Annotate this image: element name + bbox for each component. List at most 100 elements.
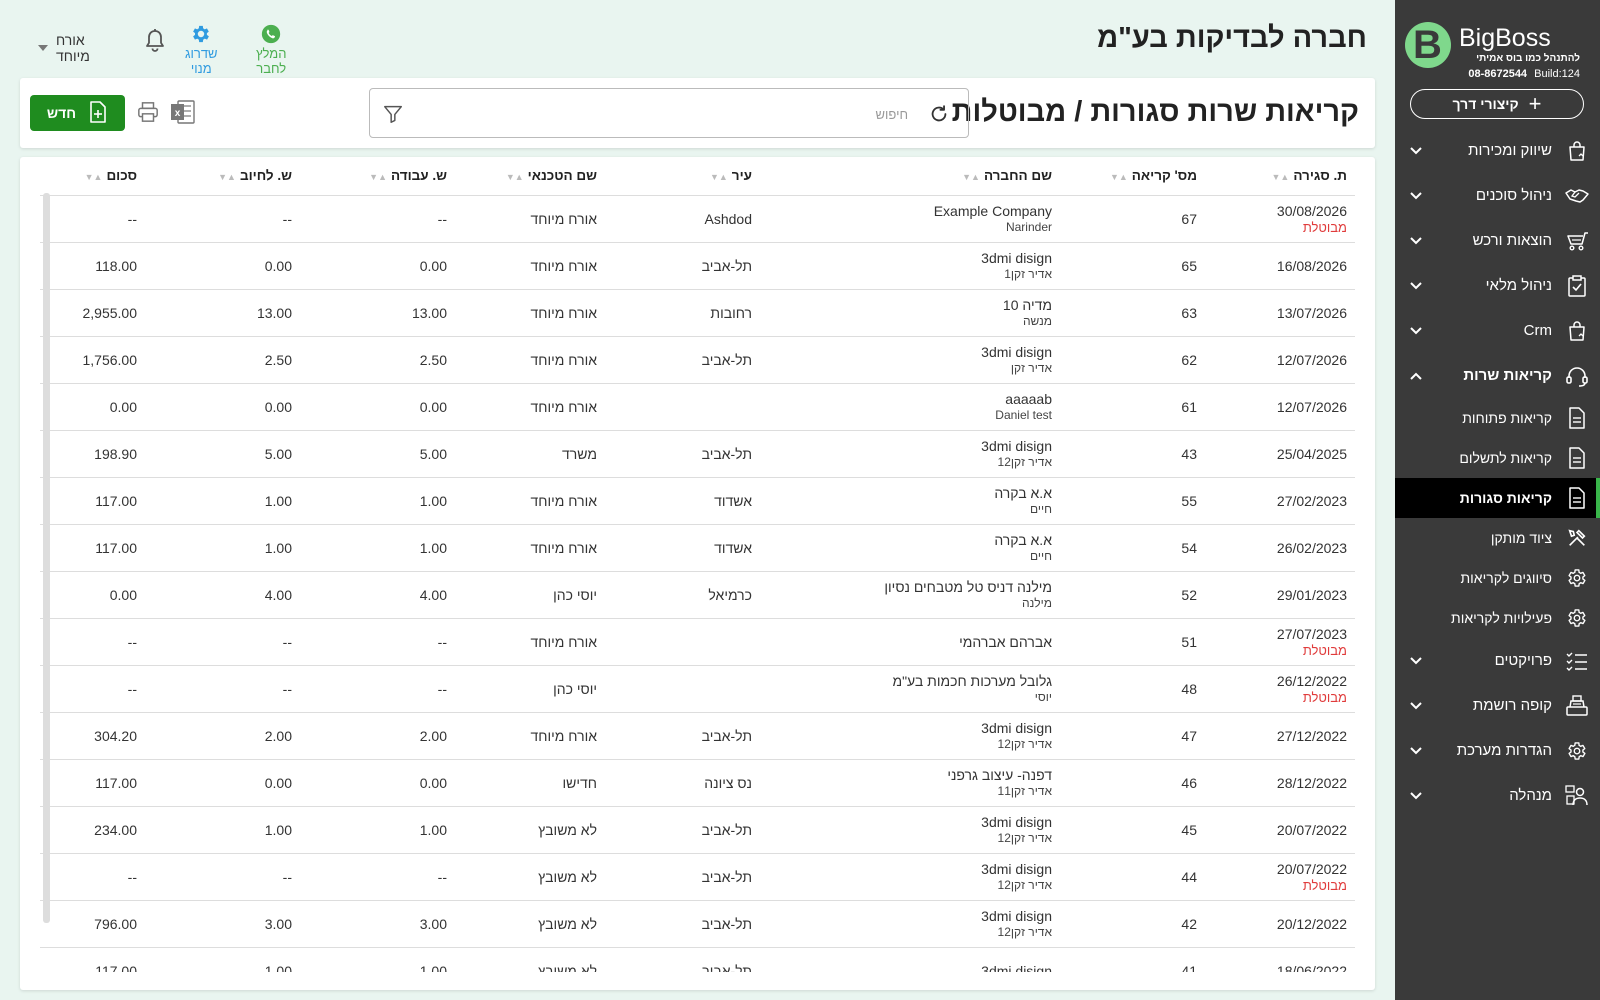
user-menu[interactable]: אורח מיוחד (38, 32, 90, 64)
cell-company[interactable]: מדיה 10 מנשה (760, 289, 1060, 337)
column-header[interactable]: סכום▲▼ (40, 157, 145, 196)
bigboss-logo[interactable]: B BigBoss להתנהל כמו בוס אמיתי 08-867254… (1405, 20, 1580, 82)
cell-company[interactable]: aaaaab Daniel test (760, 383, 1060, 431)
sort-icon: ▲▼ (1109, 171, 1128, 182)
cell-company[interactable]: 3dmi disign אדיר זקן12 (760, 430, 1060, 478)
column-header[interactable]: שם החברה▲▼ (760, 157, 1060, 196)
table-row[interactable]: 29/01/2023 52 מילנה דניס טל מטבחים נסיון מי… (40, 571, 1355, 619)
sidebar-item[interactable]: קופה רושמת (1395, 683, 1600, 728)
cell-company[interactable]: א.א בקרה חיים (760, 524, 1060, 572)
sidebar-item[interactable]: Crm (1395, 308, 1600, 353)
table-row[interactable]: 27/12/2022 47 3dmi disign אדיר זקן12 תל-אביב… (40, 712, 1355, 760)
chevron-down-icon[interactable] (1409, 144, 1423, 158)
table-row[interactable]: 12/07/2026 61 aaaaab Daniel test אורח מיוחד 0… (40, 383, 1355, 431)
cell-company[interactable]: 3dmi disign אדיר זקן12 (760, 853, 1060, 901)
sidebar: B BigBoss להתנהל כמו בוס אמיתי 08-867254… (1395, 0, 1600, 1000)
cell-amount: 117.00 (40, 947, 145, 972)
sidebar-item[interactable]: שיווק ומכירות (1395, 128, 1600, 173)
chevron-down-icon[interactable] (1409, 234, 1423, 248)
sidebar-item[interactable]: הוצאות ורכש (1395, 218, 1600, 263)
table-scrollbar[interactable] (43, 193, 50, 923)
sidebar-item[interactable]: קריאות שרות (1395, 353, 1600, 398)
table-row[interactable]: 20/07/2022 45 3dmi disign אדיר זקן12 תל-אביב… (40, 806, 1355, 854)
cell-amount: 0.00 (40, 571, 145, 619)
cell-company[interactable]: 3dmi disign אדיר זקן12 (760, 712, 1060, 760)
excel-export-icon[interactable]: x (170, 99, 196, 130)
filter-icon[interactable] (382, 103, 404, 130)
table-row[interactable]: 12/07/2026 62 3dmi disign אדיר זקן תל-אביב או… (40, 336, 1355, 384)
chevron-down-icon[interactable] (1409, 189, 1423, 203)
company-name: 3dmi disign (981, 438, 1052, 454)
cell-billable-hours: 3.00 (145, 900, 300, 948)
cell-work-hours: 3.00 (300, 900, 455, 948)
table-row[interactable]: 20/12/2022 42 3dmi disign אדיר זקן12 תל-אביב… (40, 900, 1355, 948)
sidebar-subitem[interactable]: פעילויות לקריאות (1395, 598, 1600, 638)
cell-close-date: 27/07/2023 מבוטלת (1205, 618, 1355, 666)
sidebar-item[interactable]: הגדרות מערכת (1395, 728, 1600, 773)
cell-company[interactable]: דפנה- עיצוב גרפני אדיר זקן11 (760, 759, 1060, 807)
company-name: חברה לבדיקות בע"מ (1097, 22, 1367, 54)
cell-technician: אורח מיוחד (455, 524, 605, 572)
table-row[interactable]: 16/08/2026 65 3dmi disign אדיר זקן1 תל-אביב א… (40, 242, 1355, 290)
chevron-down-icon[interactable] (1409, 699, 1423, 713)
chevron-down-icon[interactable] (1409, 654, 1423, 668)
table-row[interactable]: 20/07/2022 מבוטלת 44 3dmi disign אדיר זקן12 ת… (40, 853, 1355, 901)
cell-technician: אורח מיוחד (455, 336, 605, 384)
close-date: 20/07/2022 (1276, 821, 1347, 838)
sort-icon: ▲▼ (505, 171, 524, 182)
sidebar-subitem[interactable]: סיווגים לקריאות (1395, 558, 1600, 598)
table-row[interactable]: 28/12/2022 46 דפנה- עיצוב גרפני אדיר זקן11 נ… (40, 759, 1355, 807)
sidebar-item[interactable]: ניהול סוכנים (1395, 173, 1600, 218)
cell-company[interactable]: א.א בקרה חיים (760, 477, 1060, 525)
table-row[interactable]: 26/12/2022 מבוטלת 48 גלובל מערכות חכמות בע"… (40, 665, 1355, 713)
chevron-down-icon[interactable] (1409, 744, 1423, 758)
sidebar-subitem[interactable]: קריאות לתשלום (1395, 438, 1600, 478)
cell-company[interactable]: 3dmi disign (760, 947, 1060, 972)
sidebar-item[interactable]: ניהול מלאי (1395, 263, 1600, 308)
column-header[interactable]: ש. לחיוב▲▼ (145, 157, 300, 196)
chevron-down-icon[interactable] (1409, 789, 1423, 803)
column-header[interactable]: מס' קריאה▲▼ (1060, 157, 1205, 196)
table-row[interactable]: 18/06/2022 41 3dmi disign תל-אביב לא משובץ 1.… (40, 947, 1355, 972)
table-row[interactable]: 25/04/2025 43 3dmi disign אדיר זקן12 תל-אביב… (40, 430, 1355, 478)
table-row[interactable]: 27/07/2023 מבוטלת 51 אברהם אברהמי אורח מיוחד… (40, 618, 1355, 666)
table-row[interactable]: 13/07/2026 63 מדיה 10 מנשה רחובות אורח מיוחד 1… (40, 289, 1355, 337)
cell-technician: חדישו (455, 759, 605, 807)
table-row[interactable]: 26/02/2023 54 א.א בקרה חיים אשדוד אורח מיוחד 1… (40, 524, 1355, 572)
column-header[interactable]: ש. עבודה▲▼ (300, 157, 455, 196)
column-header[interactable]: עיר▲▼ (605, 157, 760, 196)
cell-company[interactable]: 3dmi disign אדיר זקן12 (760, 806, 1060, 854)
cell-company[interactable]: 3dmi disign אדיר זקן1 (760, 242, 1060, 290)
cell-work-hours: -- (300, 195, 455, 243)
cell-city: תל-אביב (605, 242, 760, 290)
search-input[interactable] (438, 103, 908, 125)
cell-company[interactable]: Example Company Narinder (760, 195, 1060, 243)
bell-icon[interactable] (144, 28, 166, 59)
cell-company[interactable]: 3dmi disign אדיר זקן12 (760, 900, 1060, 948)
sidebar-item[interactable]: פרויקטים (1395, 638, 1600, 683)
cell-company[interactable]: מילנה דניס טל מטבחים נסיון מילנה (760, 571, 1060, 619)
sidebar-subitem[interactable]: קריאות פתוחות (1395, 398, 1600, 438)
table-row[interactable]: 30/08/2026 מבוטלת 67 Example Company Narinde… (40, 195, 1355, 243)
shortcuts-button[interactable]: קיצורי דרך + (1410, 89, 1584, 119)
cell-work-hours: 1.00 (300, 947, 455, 972)
cell-company[interactable]: 3dmi disign אדיר זקן (760, 336, 1060, 384)
cell-company[interactable]: גלובל מערכות חכמות בע"מ יוסי (760, 665, 1060, 713)
upgrade-subscription-button[interactable]: שדרוג מנוי (185, 22, 218, 76)
sidebar-item[interactable]: מנהלה (1395, 773, 1600, 818)
chevron-up-icon[interactable] (1409, 369, 1423, 383)
print-icon[interactable] (137, 101, 159, 128)
cell-call-number: 61 (1060, 383, 1205, 431)
refresh-icon[interactable] (928, 103, 950, 130)
cell-close-date: 27/02/2023 (1205, 477, 1355, 525)
new-call-button[interactable]: חדש (30, 95, 125, 131)
column-header[interactable]: ת. סגירה▲▼ (1205, 157, 1355, 196)
cell-company[interactable]: אברהם אברהמי (760, 618, 1060, 666)
table-row[interactable]: 27/02/2023 55 א.א בקרה חיים אשדוד אורח מיוחד 1… (40, 477, 1355, 525)
sidebar-subitem[interactable]: ציוד מותקן (1395, 518, 1600, 558)
recommend-friend-button[interactable]: המלץ לחבר (256, 22, 286, 76)
sidebar-subitem[interactable]: קריאות סגורות (1395, 478, 1600, 518)
chevron-down-icon[interactable] (1409, 279, 1423, 293)
column-header[interactable]: שם הטכנאי▲▼ (455, 157, 605, 196)
chevron-down-icon[interactable] (1409, 324, 1423, 338)
